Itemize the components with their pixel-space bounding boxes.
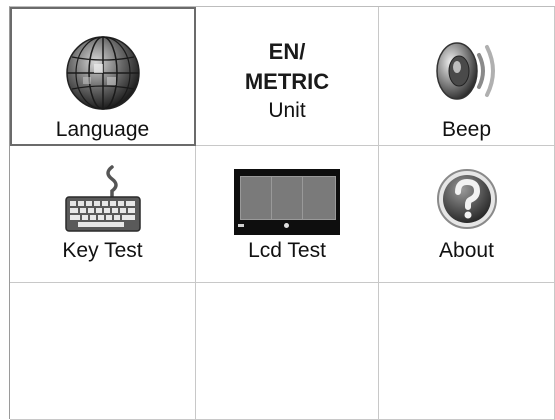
- unit-label: Unit: [268, 99, 306, 122]
- lcd-screen-icon: [234, 169, 340, 235]
- empty-tile-2: [196, 283, 379, 420]
- speaker-icon: [435, 42, 495, 100]
- about-label: About: [439, 239, 494, 262]
- beep-label: Beep: [441, 118, 492, 141]
- about-tile[interactable]: About: [379, 146, 555, 283]
- question-icon-wrap: [435, 162, 499, 236]
- unit-line-2: METRIC: [244, 69, 330, 94]
- language-tile[interactable]: Language: [10, 7, 196, 146]
- speaker-icon-wrap: [431, 31, 503, 115]
- lcd-indicator: [238, 224, 244, 227]
- lcd-panel-right: [302, 176, 336, 220]
- lcd-panel-middle: [271, 176, 305, 220]
- empty-tile-3: [379, 283, 555, 420]
- empty-tile-1: [10, 283, 196, 420]
- lcd-panel-left: [240, 176, 274, 220]
- lcd-screen-icon-wrap: [234, 162, 340, 236]
- keyboard-icon-wrap: [58, 162, 148, 236]
- lcd-test-tile[interactable]: Lcd Test: [196, 146, 379, 283]
- key-test-label: Key Test: [62, 239, 143, 262]
- language-label: Language: [55, 118, 150, 141]
- keyboard-icon: [64, 165, 141, 232]
- settings-menu-grid: Language EN/ METRIC Unit Beep Key Test L…: [9, 6, 555, 420]
- unit-line-1: EN/: [268, 39, 306, 64]
- globe-icon-wrap: [63, 31, 143, 115]
- beep-tile[interactable]: Beep: [379, 7, 555, 146]
- lcd-test-label: Lcd Test: [248, 239, 326, 262]
- globe-icon: [65, 36, 140, 110]
- unit-icon-text: EN/ METRIC Unit: [245, 37, 329, 123]
- key-test-tile[interactable]: Key Test: [10, 146, 196, 283]
- question-icon: [436, 169, 497, 229]
- unit-tile[interactable]: EN/ METRIC Unit: [196, 7, 379, 146]
- lcd-home-dot: [284, 223, 289, 228]
